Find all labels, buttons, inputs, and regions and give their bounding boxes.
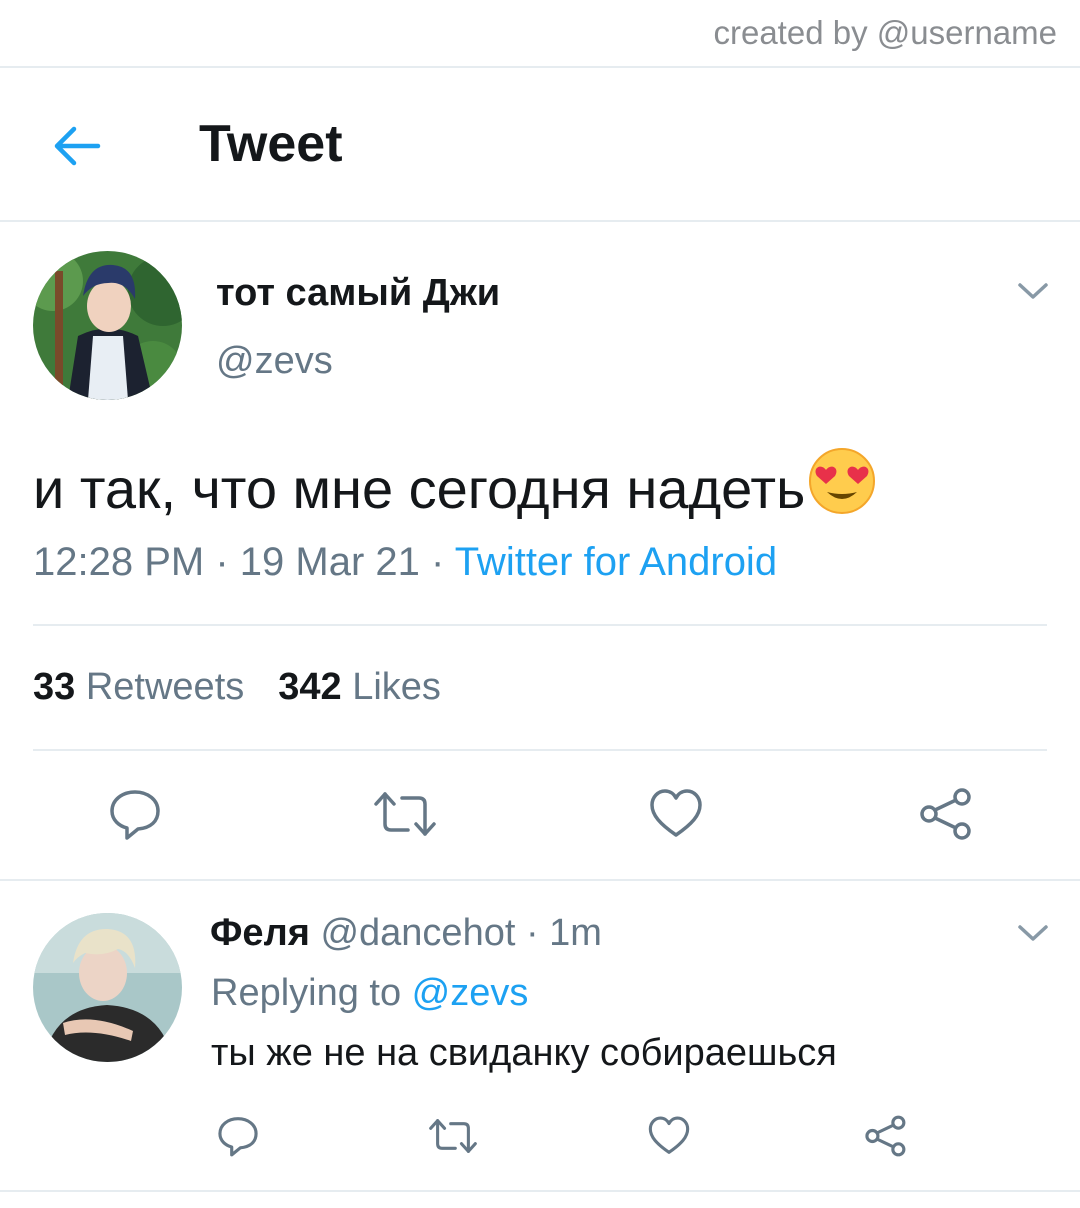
avatar[interactable] [33, 251, 182, 400]
divider [0, 66, 1080, 68]
heart-eyes-emoji-icon [807, 446, 877, 529]
retweet-icon [429, 1119, 477, 1153]
reply-avatar[interactable] [33, 913, 182, 1062]
reply-comment-button[interactable] [216, 1114, 260, 1163]
page-title: Tweet [199, 115, 343, 173]
tweet-metadata: 12:28 PM · 19 Mar 21 · Twitter for Andro… [33, 540, 777, 585]
retweet-icon [374, 792, 436, 836]
replying-to-prefix: Replying to [211, 972, 412, 1014]
share-icon [865, 1115, 906, 1157]
tweet-time: 12:28 PM [33, 540, 205, 584]
reply-retweet-button[interactable] [428, 1116, 478, 1161]
reply-display-name[interactable]: Феля [210, 912, 310, 954]
reply-handle[interactable]: @dancehot [320, 912, 515, 954]
back-arrow-icon [54, 126, 101, 166]
tweet-stats: 33 Retweets 342 Likes [33, 666, 441, 709]
share-button[interactable] [917, 786, 973, 847]
comment-icon [218, 1117, 258, 1157]
meta-separator: · [204, 540, 240, 584]
reply-button[interactable] [107, 786, 163, 847]
divider [0, 1190, 1080, 1192]
replying-to: Replying to @zevs [211, 972, 528, 1015]
retweet-button[interactable] [373, 788, 437, 845]
chevron-down-icon [1018, 925, 1048, 941]
reply-time: 1m [549, 912, 602, 954]
divider [0, 879, 1080, 881]
tweet-options-button[interactable] [1016, 278, 1050, 309]
back-button[interactable] [50, 118, 106, 174]
retweets-count: 33 [33, 666, 76, 708]
chevron-down-icon [1018, 283, 1048, 299]
share-icon [920, 788, 971, 840]
reply-like-button[interactable] [647, 1115, 691, 1162]
likes-stat[interactable]: 342 Likes [278, 666, 441, 708]
retweets-stat[interactable]: 33 Retweets [33, 666, 244, 708]
reply-share-button[interactable] [863, 1114, 907, 1163]
tweet-date: 19 Mar 21 [239, 540, 420, 584]
likes-count: 342 [278, 666, 342, 708]
heart-icon [648, 1116, 690, 1154]
reply-header: Феля @dancehot · 1m [210, 912, 602, 954]
tweet-text-content: и так, что мне сегодня надеть [33, 457, 806, 520]
retweets-label: Retweets [85, 666, 245, 708]
likes-label: Likes [352, 666, 441, 708]
comment-icon [110, 790, 160, 840]
creator-credit: created by @username [713, 14, 1057, 51]
reply-options-button[interactable] [1016, 920, 1050, 951]
tweet-text: и так, что мне сегодня надеть [33, 446, 877, 529]
author-display-name[interactable]: тот самый Джи [216, 272, 500, 315]
divider [0, 220, 1080, 222]
like-button[interactable] [648, 787, 704, 846]
author-handle[interactable]: @zevs [216, 340, 333, 383]
heart-icon [650, 789, 702, 837]
divider [33, 624, 1047, 626]
meta-separator: · [419, 540, 455, 584]
divider [33, 749, 1047, 751]
tweet-source-link[interactable]: Twitter for Android [455, 540, 777, 584]
reply-text: ты же не на свиданку собираешься [211, 1032, 837, 1074]
replying-to-handle[interactable]: @zevs [412, 972, 529, 1014]
